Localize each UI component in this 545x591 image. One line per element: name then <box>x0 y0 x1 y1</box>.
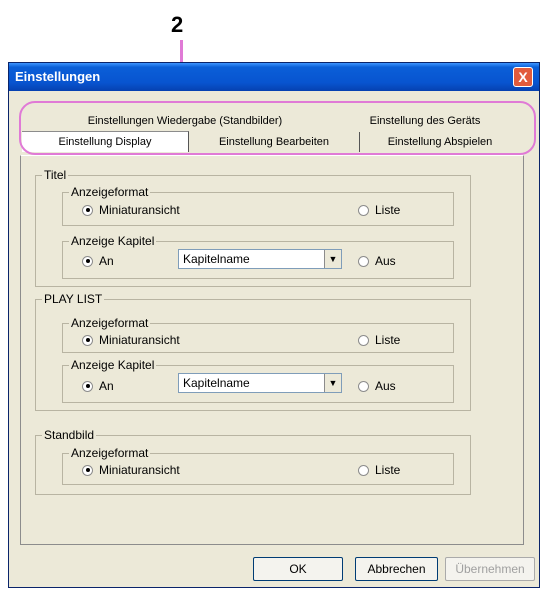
tab-display[interactable]: Einstellung Display <box>22 131 189 152</box>
button-label: Abbrechen <box>367 562 426 576</box>
radio-dot <box>82 334 93 346</box>
tab-geraet[interactable]: Einstellung des Geräts <box>330 111 520 131</box>
select-playlist-kapitel[interactable]: Kapitelname ▼ <box>178 373 342 393</box>
close-icon: X <box>518 69 528 85</box>
button-label: OK <box>289 562 307 576</box>
tab-label: Einstellung des Geräts <box>369 115 481 127</box>
radio-dot <box>82 204 93 216</box>
tab-label: Einstellung Display <box>58 136 152 148</box>
radio-standbild-liste[interactable]: Liste <box>358 463 400 477</box>
radio-label: Liste <box>375 463 401 477</box>
radio-dot <box>82 255 93 267</box>
radio-label: Miniaturansicht <box>99 203 180 217</box>
chevron-down-icon[interactable]: ▼ <box>324 250 341 268</box>
radio-playlist-miniatur[interactable]: Miniaturansicht <box>82 333 180 347</box>
group-label-kapitel: Anzeige Kapitel <box>69 234 157 248</box>
radio-playlist-aus[interactable]: Aus <box>358 379 396 393</box>
radio-label: Miniaturansicht <box>99 333 180 347</box>
radio-label: An <box>99 254 114 268</box>
window-title: Einstellungen <box>15 69 101 84</box>
tab-abspielen[interactable]: Einstellung Abspielen <box>360 132 520 152</box>
radio-label: Liste <box>375 333 401 347</box>
select-value: Kapitelname <box>183 376 250 390</box>
group-label-standbild: Standbild <box>42 428 97 442</box>
group-label-playlist: PLAY LIST <box>42 292 105 306</box>
tab-label: Einstellung Bearbeiten <box>218 136 330 148</box>
radio-label: Liste <box>375 203 401 217</box>
group-label-format: Anzeigeformat <box>69 316 151 330</box>
radio-dot <box>358 464 369 476</box>
radio-label: Aus <box>375 254 396 268</box>
group-label-titel: Titel <box>42 168 69 182</box>
select-titel-kapitel[interactable]: Kapitelname ▼ <box>178 249 342 269</box>
button-label: Übernehmen <box>455 562 525 576</box>
group-label-format: Anzeigeformat <box>69 185 151 199</box>
radio-label: An <box>99 379 114 393</box>
radio-titel-liste[interactable]: Liste <box>358 203 400 217</box>
cancel-button[interactable]: Abbrechen <box>355 557 438 581</box>
radio-titel-an[interactable]: An <box>82 254 114 268</box>
title-bar[interactable]: Einstellungen X <box>9 63 539 91</box>
radio-dot <box>358 255 369 267</box>
tab-label: Einstellung Abspielen <box>387 136 493 148</box>
radio-titel-aus[interactable]: Aus <box>358 254 396 268</box>
radio-dot <box>358 204 369 216</box>
select-value: Kapitelname <box>183 252 250 266</box>
radio-playlist-liste[interactable]: Liste <box>358 333 400 347</box>
radio-label: Miniaturansicht <box>99 463 180 477</box>
radio-standbild-miniatur[interactable]: Miniaturansicht <box>82 463 180 477</box>
radio-label: Aus <box>375 379 396 393</box>
radio-titel-miniatur[interactable]: Miniaturansicht <box>82 203 180 217</box>
radio-dot <box>82 380 93 392</box>
callout-number: 2 <box>171 12 184 37</box>
ok-button[interactable]: OK <box>253 557 343 581</box>
radio-dot <box>358 380 369 392</box>
tab-label: Einstellungen Wiedergabe (Standbilder) <box>87 115 283 127</box>
group-label-format: Anzeigeformat <box>69 446 151 460</box>
radio-playlist-an[interactable]: An <box>82 379 114 393</box>
apply-button[interactable]: Übernehmen <box>445 557 535 581</box>
radio-dot <box>358 334 369 346</box>
close-button[interactable]: X <box>513 67 533 87</box>
group-label-kapitel: Anzeige Kapitel <box>69 358 157 372</box>
radio-dot <box>82 464 93 476</box>
tab-wiedergabe-standbilder[interactable]: Einstellungen Wiedergabe (Standbilder) <box>40 111 331 131</box>
chevron-down-icon[interactable]: ▼ <box>324 374 341 392</box>
tab-bearbeiten[interactable]: Einstellung Bearbeiten <box>189 132 360 152</box>
